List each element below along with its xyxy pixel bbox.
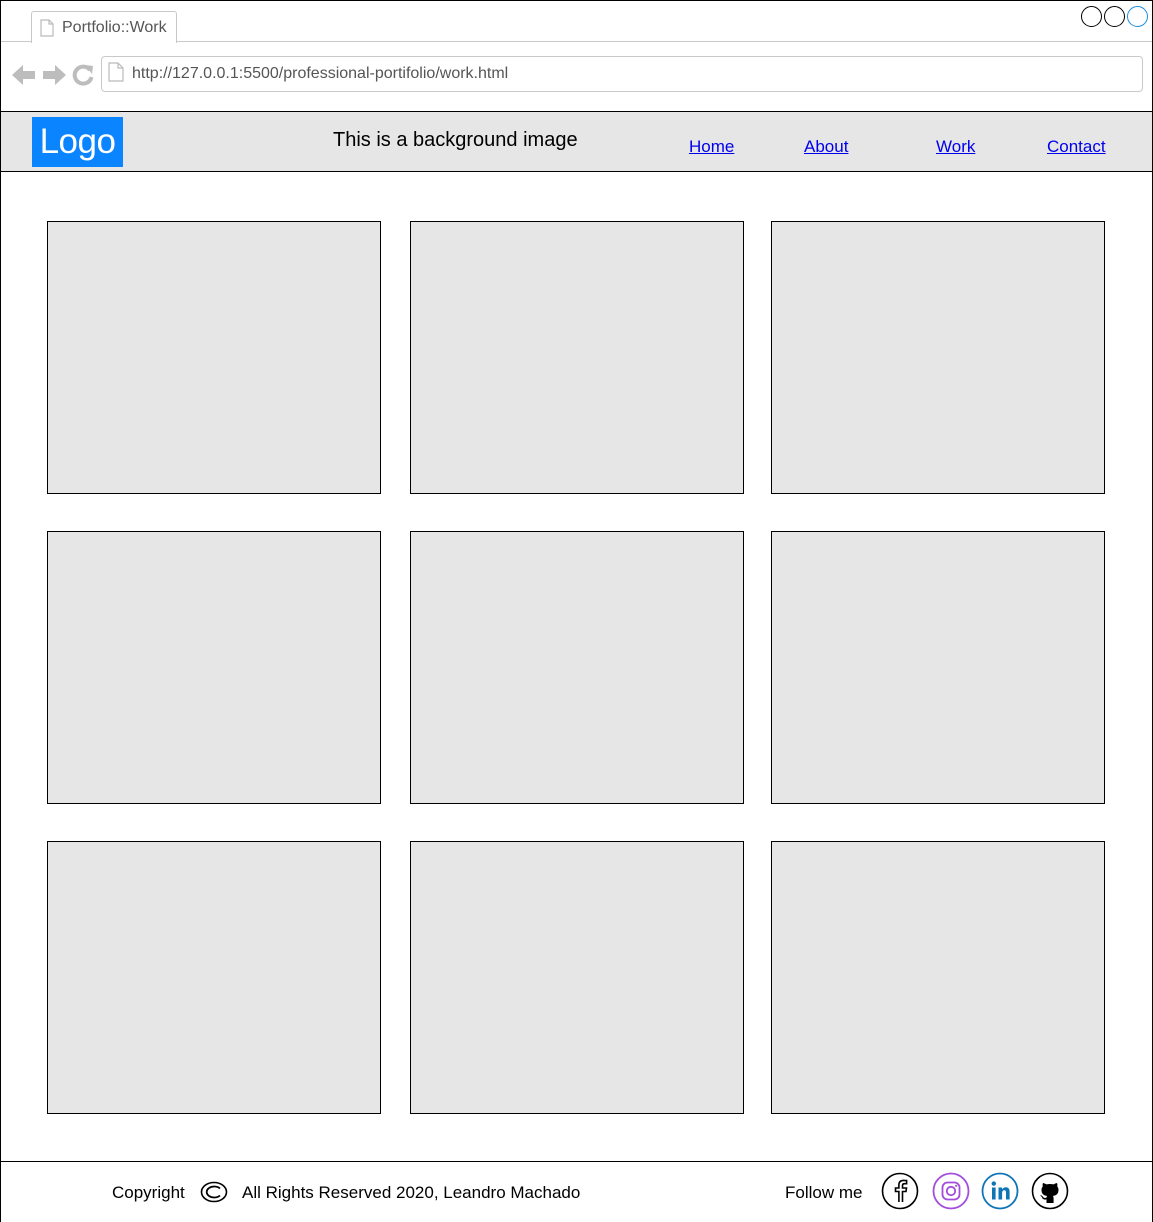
work-item[interactable] xyxy=(47,531,381,804)
copyright-label: Copyright xyxy=(112,1183,185,1202)
close-button[interactable] xyxy=(1127,6,1148,27)
tab-title: Portfolio::Work xyxy=(62,18,167,36)
minimize-button[interactable] xyxy=(1081,6,1102,27)
browser-window: Portfolio::Work http://127.0.0.1:5500/pr… xyxy=(0,0,1153,1222)
work-item[interactable] xyxy=(771,531,1105,804)
nav-link-home[interactable]: Home xyxy=(689,137,734,157)
work-item[interactable] xyxy=(47,841,381,1114)
github-icon[interactable] xyxy=(1031,1172,1069,1210)
site-header: Logo This is a background image Home Abo… xyxy=(1,111,1152,172)
window-controls xyxy=(1081,6,1148,27)
work-item[interactable] xyxy=(771,221,1105,494)
forward-arrow-icon[interactable] xyxy=(42,64,66,86)
page-icon xyxy=(108,61,124,87)
work-item[interactable] xyxy=(410,531,744,804)
site-footer: Copyright All Rights Reserved 2020, Lean… xyxy=(1,1161,1152,1222)
follow-label: Follow me xyxy=(785,1183,863,1202)
copyright-icon xyxy=(200,1181,228,1208)
work-item[interactable] xyxy=(47,221,381,494)
work-item[interactable] xyxy=(410,841,744,1114)
nav-link-contact[interactable]: Contact xyxy=(1047,137,1106,157)
maximize-button[interactable] xyxy=(1104,6,1125,27)
facebook-icon[interactable] xyxy=(881,1172,919,1210)
browser-tab[interactable]: Portfolio::Work xyxy=(31,11,177,43)
url-bar[interactable]: http://127.0.0.1:5500/professional-porti… xyxy=(101,56,1143,92)
linkedin-icon[interactable] xyxy=(981,1172,1019,1210)
work-item[interactable] xyxy=(771,841,1105,1114)
nav-link-about[interactable]: About xyxy=(804,137,848,157)
tab-bar: Portfolio::Work xyxy=(1,1,1152,43)
page-icon xyxy=(40,18,54,37)
instagram-icon[interactable] xyxy=(932,1172,970,1210)
url-text[interactable]: http://127.0.0.1:5500/professional-porti… xyxy=(132,65,508,83)
work-grid xyxy=(1,172,1152,1160)
rights-text: All Rights Reserved 2020, Leandro Machad… xyxy=(242,1183,581,1202)
logo[interactable]: Logo xyxy=(32,117,123,167)
nav-link-work[interactable]: Work xyxy=(936,137,975,157)
back-arrow-icon[interactable] xyxy=(12,64,36,86)
work-item[interactable] xyxy=(410,221,744,494)
header-background-text: This is a background image xyxy=(333,129,578,151)
address-row: http://127.0.0.1:5500/professional-porti… xyxy=(1,42,1152,111)
reload-icon[interactable] xyxy=(72,64,94,86)
